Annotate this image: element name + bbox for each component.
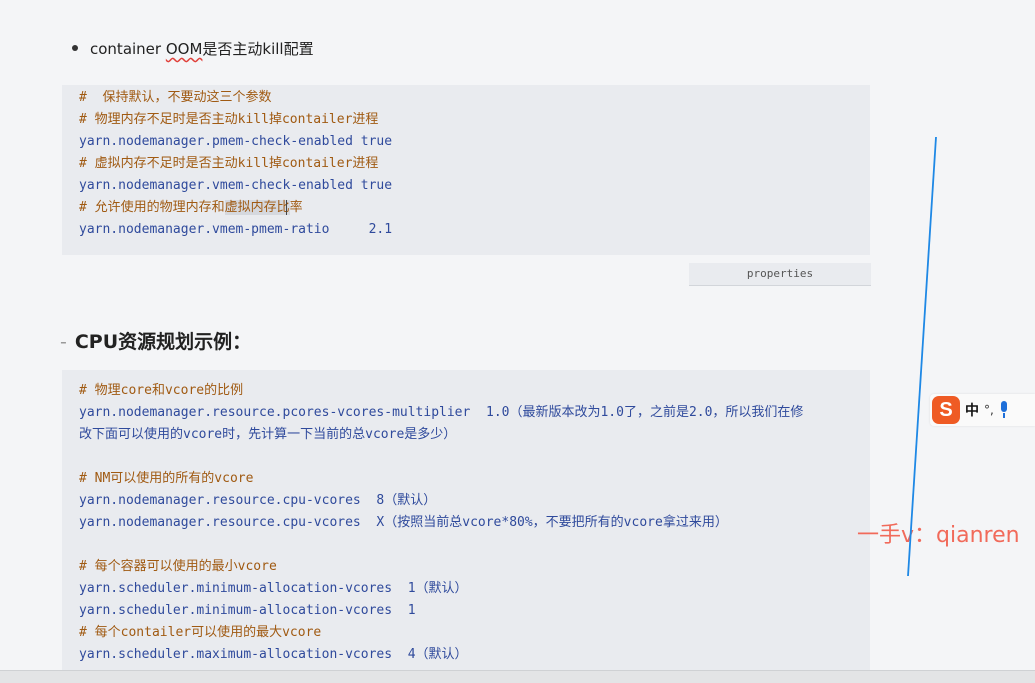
ime-mode-toggle[interactable]: 中 [965, 400, 979, 420]
code-text: # 保持默认，不要动这三个参数 [79, 90, 272, 105]
pen-stroke-line [907, 136, 937, 577]
bullet-item: container OOM是否主动kill配置 [72, 38, 314, 59]
code-text-tail: 率 [289, 200, 303, 215]
code-text: yarn.scheduler.minimum-allocation-vcores… [79, 581, 468, 596]
code-comment-line: # 物理内存不足时是否主动kill掉contailer进程 [79, 109, 870, 131]
sogou-logo-icon[interactable]: S [932, 396, 960, 424]
code-text: # 每个容器可以使用的最小vcore [79, 559, 277, 574]
code-block-cpu[interactable]: # 物理core和vcore的比例 yarn.nodemanager.resour… [62, 370, 870, 670]
ime-toolbar[interactable]: S 中 °, [930, 394, 1035, 426]
bullet-text-suffix: 是否主动kill配置 [202, 40, 314, 58]
code-text: # 每个contailer可以使用的最大vcore [79, 625, 322, 640]
code-text: 改下面可以使用的vcore时，先计算一下当前的总vcore是多少） [79, 427, 457, 442]
code-config-line: yarn.scheduler.minimum-allocation-vcores… [79, 600, 870, 622]
code-text: # NM可以使用的所有的vcore [79, 471, 254, 486]
code-comment-line: # NM可以使用的所有的vcore [79, 468, 870, 490]
heading-dash: - [60, 331, 67, 353]
bullet-text-prefix: container [90, 40, 166, 58]
code-text: # 物理core和vcore的比例 [79, 383, 244, 398]
code-comment-line: # 每个contailer可以使用的最大vcore [79, 622, 870, 644]
code-comment-line: # 允许使用的物理内存和虚拟内存比率 [79, 197, 870, 219]
code-config-line: yarn.scheduler.maximum-allocation-vcores… [79, 644, 870, 666]
code-comment-line: # 物理core和vcore的比例 [79, 380, 870, 402]
text-cursor-icon [285, 200, 287, 215]
text-selection-highlight: 虚拟内存比 [224, 200, 290, 215]
spellcheck-word: OOM [165, 40, 203, 58]
code-comment-line: # 虚拟内存不足时是否主动kill掉contailer进程 [79, 153, 870, 175]
code-text: yarn.nodemanager.vmem-check-enabled true [79, 178, 393, 193]
code-config-line: yarn.nodemanager.resource.cpu-vcores 8（默… [79, 490, 870, 512]
code-config-line: yarn.nodemanager.vmem-check-enabled true [79, 175, 870, 197]
code-text: yarn.scheduler.maximum-allocation-vcores… [79, 647, 468, 662]
bullet-dot [72, 44, 78, 51]
code-text: yarn.scheduler.minimum-allocation-vcores… [79, 603, 416, 618]
code-block-oom[interactable]: # 保持默认，不要动这三个参数 # 物理内存不足时是否主动kill掉contail… [62, 85, 870, 255]
code-config-line: yarn.nodemanager.vmem-pmem-ratio 2.1 [79, 219, 870, 241]
code-config-line: 改下面可以使用的vcore时，先计算一下当前的总vcore是多少） [79, 424, 870, 446]
code-comment-line: # 每个容器可以使用的最小vcore [79, 556, 870, 578]
code-text: # 虚拟内存不足时是否主动kill掉contailer进程 [79, 156, 379, 171]
microphone-icon[interactable] [999, 401, 1009, 419]
code-config-line: yarn.nodemanager.resource.cpu-vcores X（按… [79, 512, 870, 534]
code-text: yarn.nodemanager.pmem-check-enabled true [79, 134, 393, 149]
code-config-line: yarn.scheduler.minimum-allocation-vcores… [79, 578, 870, 600]
status-strip [0, 670, 1035, 683]
code-comment-line: # 保持默认，不要动这三个参数 [79, 87, 870, 109]
code-config-line: yarn.nodemanager.resource.pcores-vcores-… [79, 402, 870, 424]
code-text: yarn.nodemanager.resource.cpu-vcores X（按… [79, 515, 728, 530]
ime-punct-toggle[interactable]: °, [984, 403, 994, 417]
code-text: # 允许使用的物理内存和 [79, 200, 225, 215]
heading-text: CPU资源规划示例： [74, 331, 252, 353]
code-text: yarn.nodemanager.vmem-pmem-ratio 2.1 [79, 222, 393, 237]
section-heading-cpu: - CPU资源规划示例： [60, 327, 251, 354]
code-text: yarn.nodemanager.resource.cpu-vcores 8（默… [79, 493, 437, 508]
code-language-label[interactable]: properties [689, 263, 871, 286]
code-text: # 物理内存不足时是否主动kill掉contailer进程 [79, 112, 379, 127]
code-config-line: yarn.nodemanager.pmem-check-enabled true [79, 131, 870, 153]
watermark-text: 一手v：qianren [857, 523, 1020, 548]
code-text: yarn.nodemanager.resource.pcores-vcores-… [79, 405, 804, 420]
